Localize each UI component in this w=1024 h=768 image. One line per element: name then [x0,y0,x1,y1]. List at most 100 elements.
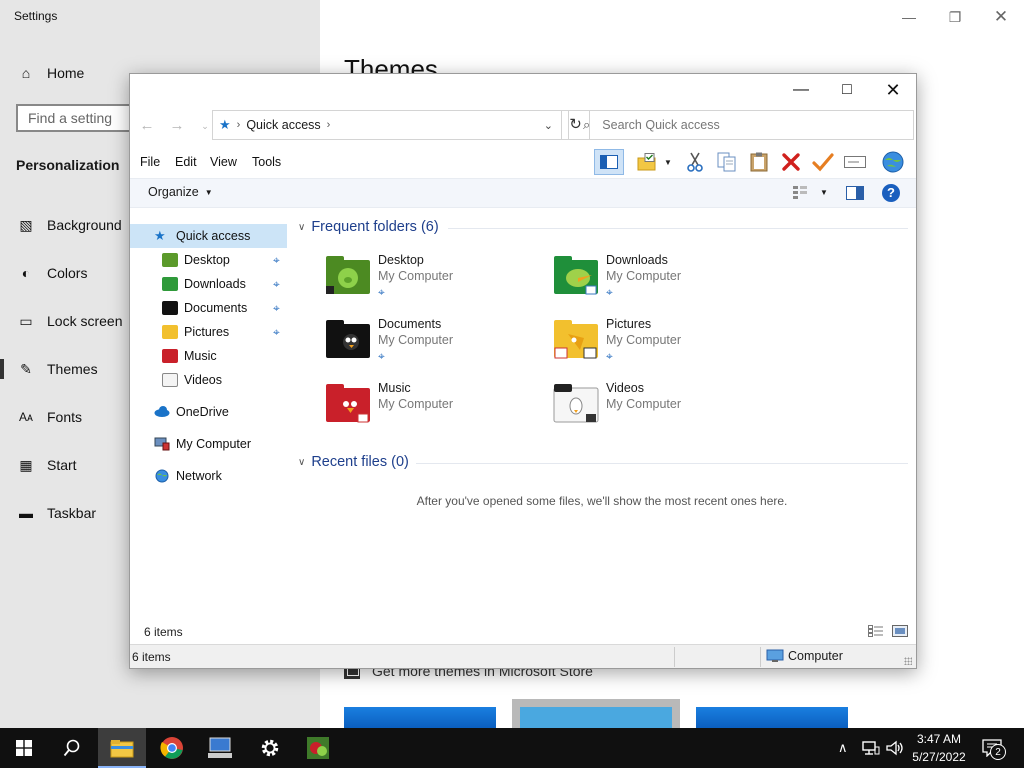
copy-button[interactable] [714,149,740,175]
settings-minimize-button[interactable]: — [892,6,926,28]
settings-restore-button[interactable]: ❐ [938,6,972,28]
taskbar-clock[interactable]: 3:47 AM 5/27/2022 [904,730,974,766]
red-folder-icon [162,349,178,363]
tree-item-downloads[interactable]: Downloads ⌖ [130,272,287,296]
layout-pane-icon [600,155,618,169]
menu-edit[interactable]: Edit [175,155,197,169]
chevron-down-icon: ▼ [820,187,828,197]
fonts-icon: Aᴀ [19,410,33,424]
settings-close-button[interactable]: ✕ [984,6,1018,28]
tree-label: Videos [184,373,222,387]
theme-thumbnail-1[interactable] [344,707,496,728]
large-icons-view-button[interactable] [892,625,908,640]
search-icon: ⌕ [583,117,591,132]
show-hidden-icons-button[interactable]: ∧ [838,728,848,768]
copy-icon [717,152,736,172]
paste-button[interactable] [746,149,772,175]
folder-tile-videos[interactable]: Videos My Computer [552,380,772,436]
taskbar-chrome[interactable] [148,728,196,768]
settings-window-title: Settings [14,9,58,23]
chevron-up-icon: ∧ [838,740,848,755]
pin-icon[interactable]: ⌖ [273,253,287,267]
folder-options-button[interactable] [634,149,660,175]
search-placeholder: Search Quick access [602,118,720,132]
organize-button[interactable]: Organize ▼ [148,185,213,199]
folder-location: My Computer [606,333,682,347]
recent-files-header[interactable]: ∨ Recent files (0) [298,454,409,470]
tree-my-computer[interactable]: My Computer [130,432,287,456]
folder-tile-downloads[interactable]: Downloads My Computer ⌖ [552,252,772,308]
search-box[interactable]: ⌕ Search Quick access [568,110,914,140]
folder-tile-pictures[interactable]: Pictures My Computer ⌖ [552,316,772,372]
pin-icon[interactable]: ⌖ [273,301,287,315]
tree-label: Network [176,469,222,483]
back-button[interactable]: ← [135,114,159,138]
folder-tile-documents[interactable]: Documents My Computer ⌖ [324,316,544,372]
rename-button[interactable] [842,149,868,175]
folder-options-dropdown-icon[interactable]: ▼ [660,149,676,175]
network-tray-icon[interactable] [862,728,880,768]
pin-icon[interactable]: ⌖ [273,277,287,291]
folder-location: My Computer [606,397,682,411]
action-center-button[interactable]: 2 [982,728,1006,768]
help-icon[interactable]: ? [882,184,900,202]
folder-name: Desktop [378,253,424,267]
menu-tools[interactable]: Tools [252,155,281,169]
recent-files-empty-message: After you've opened some files, we'll sh… [416,494,788,508]
address-dropdown-icon[interactable]: ⌄ [544,119,553,132]
tree-quick-access[interactable]: ★ Quick access [130,224,287,248]
folder-name: Downloads [606,253,668,267]
change-view-button[interactable]: ▼ [792,185,828,199]
taskbar-settings[interactable] [246,728,294,768]
resize-grip-icon[interactable] [904,657,912,665]
green-pig-folder-icon [324,252,372,298]
chevron-down-icon: ∨ [298,221,306,233]
preview-pane-button[interactable] [846,186,864,203]
menu-file[interactable]: File [140,155,160,169]
theme-thumbnail-3[interactable] [696,707,848,728]
tree-onedrive[interactable]: OneDrive [130,400,287,424]
taskbar-angry-birds-theme[interactable] [294,728,342,768]
explorer-maximize-button[interactable]: □ [824,78,870,102]
explorer-minimize-button[interactable]: — [778,78,824,102]
folder-name: Videos [606,381,644,395]
explorer-close-button[interactable]: ✕ [870,78,916,102]
globe-icon [882,151,904,173]
taskbar-search-button[interactable] [48,728,96,768]
address-path[interactable]: Quick access [246,118,320,132]
search-icon [63,739,80,757]
folder-tile-desktop[interactable]: Desktop My Computer ⌖ [324,252,544,308]
network-globe-button[interactable] [880,149,906,175]
forward-button[interactable]: → [165,114,189,138]
tree-network[interactable]: Network [130,464,287,488]
tree-item-music[interactable]: Music [130,344,287,368]
cut-button[interactable] [682,149,708,175]
monitor-keyboard-icon [208,737,232,758]
group-divider [448,228,908,229]
start-button[interactable] [0,728,48,768]
taskbar-remote-desktop[interactable] [196,728,244,768]
delete-button[interactable] [778,149,804,175]
tree-label: Downloads [184,277,246,291]
clipboard-icon [750,152,768,172]
tree-item-pictures[interactable]: Pictures ⌖ [130,320,287,344]
pin-icon[interactable]: ⌖ [273,325,287,339]
tree-label: My Computer [176,437,252,451]
taskbar-file-explorer[interactable] [98,728,146,768]
rename-icon [844,156,866,168]
folder-tile-music[interactable]: Music My Computer [324,380,544,436]
volume-tray-icon[interactable] [886,728,904,768]
menu-view[interactable]: View [210,155,237,169]
properties-check-button[interactable] [810,149,836,175]
clock-time: 3:47 AM [916,732,962,746]
theme-thumbnail-2-selected[interactable] [512,699,680,728]
organize-label: Organize [148,185,199,199]
details-view-button[interactable] [868,625,884,640]
tree-item-documents[interactable]: Documents ⌖ [130,296,287,320]
frequent-folders-header[interactable]: ∨ Frequent folders (6) [298,219,439,235]
navigation-pane-toggle-button[interactable] [594,149,624,175]
tree-item-videos[interactable]: Videos [130,368,287,392]
tree-item-desktop[interactable]: Desktop ⌖ [130,248,287,272]
cloud-icon [154,405,170,419]
address-bar[interactable]: ★ › Quick access › ⌄ [212,110,562,140]
